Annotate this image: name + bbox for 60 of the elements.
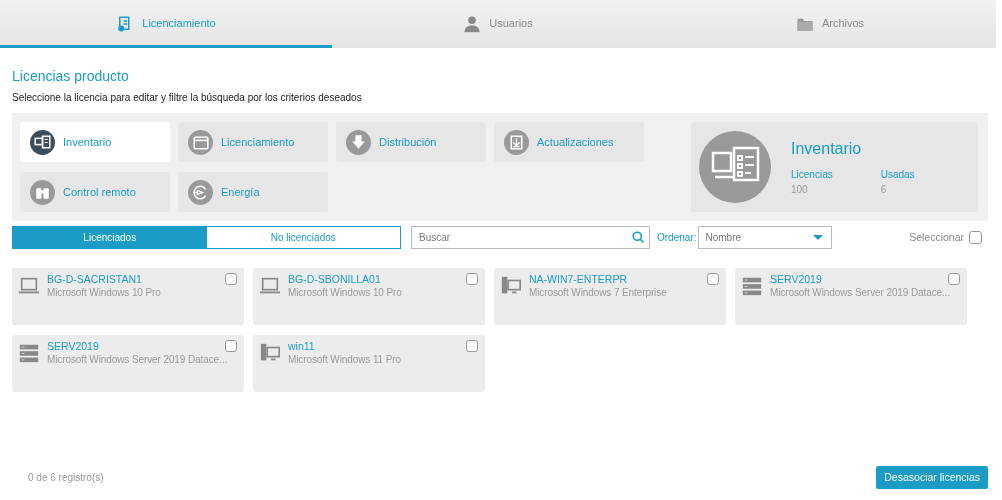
- stat-label: Licencias: [791, 168, 833, 182]
- inventory-icon: [699, 131, 771, 203]
- summary-title: Inventario: [791, 139, 863, 159]
- device-name: win11: [288, 340, 316, 353]
- device-os: Microsoft Windows Server 2019 Datace...: [770, 286, 952, 299]
- search-icon: [631, 230, 646, 245]
- device-checkbox[interactable]: [225, 340, 237, 352]
- module-button[interactable]: Inventario: [20, 122, 170, 162]
- inventory-icon: [30, 129, 55, 155]
- module-button[interactable]: Distribución: [336, 122, 486, 162]
- search-field[interactable]: Buscar: [411, 226, 650, 249]
- device-card[interactable]: SERV2019 Microsoft Windows Server 2019 Datace...: [735, 268, 967, 325]
- device-checkbox[interactable]: [466, 340, 478, 352]
- device-name: SERV2019: [770, 273, 823, 286]
- module-button[interactable]: Licenciamiento: [178, 122, 328, 162]
- document-icon: [504, 129, 529, 155]
- module-button[interactable]: Actualizaciones: [494, 122, 644, 162]
- device-checkbox[interactable]: [225, 273, 237, 285]
- page-heading: Licencias producto: [12, 67, 130, 86]
- record-count: 0 de 6 registro(s): [28, 471, 104, 485]
- device-name: SERV2019: [47, 340, 100, 353]
- device-os: Microsoft Windows 10 Pro: [47, 286, 162, 299]
- device-os: Microsoft Windows 10 Pro: [288, 286, 403, 299]
- stat-value: 100: [791, 183, 809, 197]
- device-name: BG-D-SACRISTAN1: [47, 273, 143, 286]
- device-checkbox[interactable]: [948, 273, 960, 285]
- server-icon: [741, 275, 763, 297]
- module-button[interactable]: Control remoto: [20, 172, 170, 212]
- stat-label: Usadas: [880, 168, 915, 182]
- select-all-checkbox[interactable]: [969, 231, 982, 244]
- sort-dropdown[interactable]: Nombre: [698, 226, 833, 249]
- tab[interactable]: Usuarios: [332, 0, 664, 48]
- power-cycle-icon: [188, 179, 213, 205]
- binoculars-icon: [30, 179, 55, 205]
- page-subtitle: Seleccione la licencia para editar y filtre la búsqueda por los criterios deseados: [12, 91, 363, 105]
- tab[interactable]: Archivos: [664, 0, 996, 48]
- device-os: Microsoft Windows Server 2019 Datace...: [47, 353, 229, 366]
- device-card[interactable]: NA-WIN7-ENTERPR Microsoft Windows 7 Enterprise: [494, 268, 726, 325]
- sort-label: Ordenar:: [657, 231, 697, 245]
- download-icon: [346, 129, 371, 155]
- unlink-licenses-button[interactable]: Desasociar licencias: [876, 466, 988, 489]
- device-card[interactable]: SERV2019 Microsoft Windows Server 2019 Datace...: [12, 335, 244, 392]
- device-name: NA-WIN7-ENTERPR: [529, 273, 628, 286]
- stat-value: 6: [880, 183, 888, 197]
- server-icon: [18, 342, 40, 364]
- device-card[interactable]: win11 Microsoft Windows 11 Pro: [253, 335, 485, 392]
- device-card[interactable]: BG-D-SBONILLA01 Microsoft Windows 10 Pro: [253, 268, 485, 325]
- device-card[interactable]: BG-D-SACRISTAN1 Microsoft Windows 10 Pro: [12, 268, 244, 325]
- select-all-label: Seleccionar: [909, 229, 964, 245]
- device-os: Microsoft Windows 11 Pro: [288, 353, 402, 366]
- tab[interactable]: Licenciamiento: [0, 0, 332, 48]
- caret-icon: [813, 235, 824, 240]
- device-os: Microsoft Windows 7 Enterprise: [529, 286, 668, 299]
- window-icon: [188, 129, 213, 155]
- module-button[interactable]: Energía: [178, 172, 328, 212]
- device-checkbox[interactable]: [707, 273, 719, 285]
- device-checkbox[interactable]: [466, 273, 478, 285]
- toggle-option[interactable]: Licenciados: [13, 227, 207, 248]
- device-name: BG-D-SBONILLA01: [288, 273, 382, 286]
- user-icon: [463, 14, 482, 33]
